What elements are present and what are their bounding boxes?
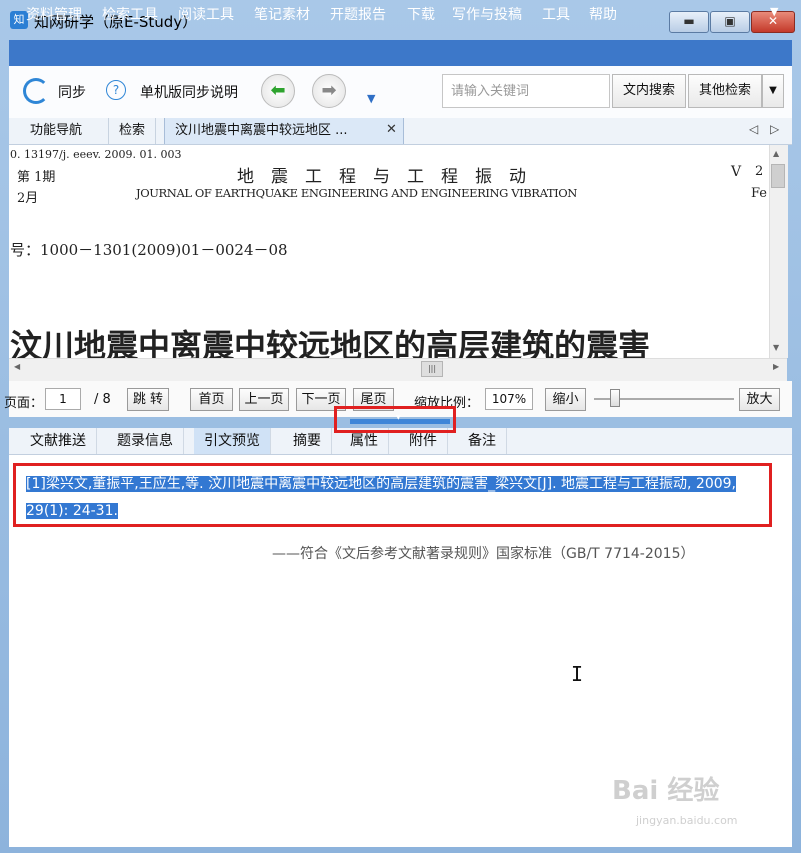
jump-button[interactable]: 跳 转 xyxy=(127,388,169,411)
citation-highlight-annotation xyxy=(13,463,772,527)
horizontal-scrollbar[interactable] xyxy=(9,358,787,381)
total-pages: / 8 xyxy=(94,392,111,407)
prev-page-button[interactable]: 上一页 xyxy=(239,388,289,411)
scroll-up-icon[interactable]: ▲ xyxy=(773,149,779,158)
tab-bibliography-info[interactable]: 题录信息 xyxy=(107,428,184,454)
scroll-right-icon[interactable]: ▶ xyxy=(773,362,779,371)
zoom-in-button[interactable]: 放大 xyxy=(739,388,780,411)
sync-icon[interactable] xyxy=(23,78,49,104)
doc-article-number: 号：1000－1301(2009)01－0024－08 xyxy=(10,241,288,259)
scroll-left-icon[interactable]: ◀ xyxy=(14,362,20,371)
tab-abstract[interactable]: 摘要 xyxy=(283,428,332,454)
doc-month: 2月 xyxy=(17,191,39,206)
watermark-url: jingyan.baidu.com xyxy=(636,814,738,827)
tab-scroll-right-icon[interactable]: ▷ xyxy=(770,122,779,136)
zoom-ratio-input[interactable]: 107% xyxy=(485,388,533,410)
page-label: 页面： xyxy=(4,396,44,411)
menu-item-writing[interactable]: 写作与投稿 xyxy=(452,4,522,24)
menu-overflow-icon[interactable]: ▼ xyxy=(770,5,778,18)
text-cursor-icon: I xyxy=(571,662,584,686)
tab-scroll-left-icon[interactable]: ◁ xyxy=(749,122,758,136)
tab-citation-preview[interactable]: 引文预览 xyxy=(194,428,271,454)
doc-date-fragment: Fe xyxy=(751,186,768,201)
menu-item-data-management[interactable]: 资料管理 xyxy=(26,4,82,24)
scroll-down-icon[interactable]: ▼ xyxy=(773,343,779,352)
standard-note: ——符合《文后参考文献著录规则》国家标准（GB/T 7714-2015） xyxy=(272,546,695,562)
other-search-button[interactable]: 其他检索 xyxy=(688,74,762,108)
menu-item-search-tools[interactable]: 检索工具 xyxy=(102,4,158,24)
splitter-highlight-annotation xyxy=(334,406,456,433)
forward-arrow-icon[interactable]: ➡ xyxy=(312,74,346,108)
back-arrow-icon[interactable]: ⬅ xyxy=(261,74,295,108)
in-text-search-button[interactable]: 文内搜索 xyxy=(612,74,686,108)
doc-journal-en: JOURNAL OF EARTHQUAKE ENGINEERING AND EN… xyxy=(136,186,577,200)
doc-issue: 第 1期 xyxy=(17,170,56,185)
vertical-scroll-thumb[interactable] xyxy=(771,164,785,188)
doc-volume-fragment: V xyxy=(731,164,742,180)
doc-journal-cn: 地 震 工 程 与 工 程 振 动 xyxy=(237,167,526,187)
maximize-button[interactable]: ▣ xyxy=(710,11,750,33)
baidu-watermark-logo: Bai 经验 xyxy=(612,776,720,806)
zoom-out-button[interactable]: 缩小 xyxy=(545,388,586,411)
doc-volume-number: 2 xyxy=(755,164,764,179)
menu-item-notes[interactable]: 笔记素材 xyxy=(254,4,310,24)
horizontal-scroll-thumb[interactable]: ||| xyxy=(421,361,443,377)
tab-search[interactable]: 检索 xyxy=(108,118,157,144)
menu-item-proposal[interactable]: 开题报告 xyxy=(330,4,386,24)
other-search-dropdown-icon[interactable]: ▼ xyxy=(762,74,784,108)
sync-help-link[interactable]: 单机版同步说明 xyxy=(140,82,238,102)
tab-function-nav[interactable]: 功能导航 xyxy=(20,118,92,144)
doc-doi-line: 0. 13197∕j. eeev. 2009. 01. 003 xyxy=(10,148,182,161)
menu-item-help[interactable]: 帮助 xyxy=(589,4,617,24)
page-number-input[interactable]: 1 xyxy=(45,388,81,410)
menu-item-reading-tools[interactable]: 阅读工具 xyxy=(178,4,234,24)
minimize-button[interactable]: ▬ xyxy=(669,11,709,33)
document-viewer[interactable]: 0. 13197∕j. eeev. 2009. 01. 003 第 1期 2月 … xyxy=(9,145,769,358)
keyword-search-input[interactable] xyxy=(442,74,610,108)
close-tab-icon[interactable]: ✕ xyxy=(386,122,397,137)
tab-literature-push[interactable]: 文献推送 xyxy=(20,428,97,454)
tab-document[interactable]: 汶川地震中离震中较远地区 ... xyxy=(164,118,404,144)
first-page-button[interactable]: 首页 xyxy=(190,388,233,411)
sync-button-label[interactable]: 同步 xyxy=(58,82,86,102)
menu-item-tools[interactable]: 工具 xyxy=(542,4,570,24)
doc-title: 汶川地震中离震中较远地区的高层建筑的震害 xyxy=(10,327,651,358)
zoom-slider-thumb[interactable] xyxy=(610,389,620,407)
help-icon[interactable]: ? xyxy=(106,80,126,100)
toolbar-dropdown-icon[interactable]: ▼ xyxy=(367,92,375,105)
menu-item-download[interactable]: 下载 xyxy=(407,4,435,24)
tab-notes[interactable]: 备注 xyxy=(458,428,507,454)
menu-bar xyxy=(9,40,792,66)
